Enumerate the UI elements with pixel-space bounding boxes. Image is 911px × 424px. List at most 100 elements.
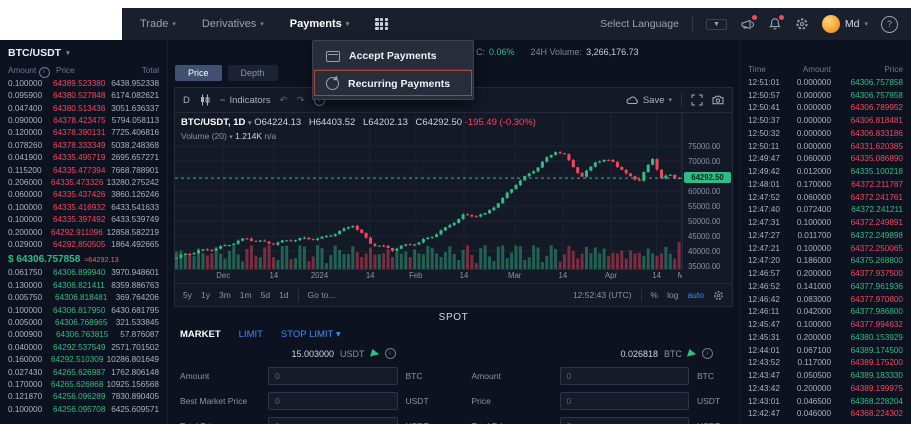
chart-settings-gear-icon[interactable]	[713, 290, 724, 301]
range-1y[interactable]: 1y	[201, 290, 210, 300]
orderbook-row[interactable]: 0.00090064306.76381557.876087	[8, 329, 159, 341]
profile-menu[interactable]: Md ▾	[822, 15, 868, 33]
pair-selector[interactable]: BTC/USDT ▾	[8, 43, 159, 65]
range-3m[interactable]: 3m	[219, 290, 231, 300]
tab-market[interactable]: MARKET	[180, 329, 221, 340]
info-icon[interactable]: i	[39, 67, 50, 78]
range-5d[interactable]: 5d	[261, 290, 270, 300]
orderbook-row[interactable]: 0.16000064292.51030910286.801649	[8, 354, 159, 366]
trade-row: 12:47:310.10000064372.249891	[748, 217, 903, 230]
right-total-price-input[interactable]	[560, 417, 690, 424]
help-icon[interactable]: ?	[881, 16, 898, 33]
price-scale[interactable]: 75000.0070000.0065000.0060000.0055000.00…	[682, 113, 733, 269]
orderbook-row[interactable]: 0.07826064378.3333495038.248368	[8, 140, 159, 152]
range-1d[interactable]: 1d	[279, 290, 288, 300]
indicators-button[interactable]: ~ Indicators	[220, 95, 271, 106]
approx-price: ≈64292.13	[84, 255, 118, 264]
range-1m[interactable]: 1m	[240, 290, 252, 300]
gear-icon[interactable]	[795, 17, 809, 31]
left-total-price-input[interactable]	[268, 417, 398, 424]
tab-depth[interactable]: Depth	[228, 65, 278, 81]
language-caret-button[interactable]: ▼	[706, 19, 727, 30]
apps-grid-icon[interactable]	[375, 18, 388, 31]
amount-cell: 0.060000	[794, 153, 831, 166]
left-best-market-price-input[interactable]	[268, 392, 398, 410]
nav-item-trade[interactable]: Trade▾	[140, 18, 176, 30]
bell-icon[interactable]	[768, 17, 782, 31]
orderbook-row[interactable]: 0.06000064335.4374263860.126246	[8, 189, 159, 201]
price-header: Price	[56, 65, 118, 77]
time-cell: 12:47:21	[748, 243, 794, 256]
tab-price[interactable]: Price	[175, 65, 222, 81]
camera-icon[interactable]	[712, 95, 724, 105]
orderbook-row[interactable]: 0.00500064306.768965321.533845	[8, 317, 159, 329]
orderbook-row[interactable]: 0.09000064378.4234755794.058113	[8, 115, 159, 127]
tab-stop-limit[interactable]: STOP LIMIT ▾	[281, 329, 341, 340]
menu-item-accept-payments[interactable]: Accept Payments	[313, 43, 473, 69]
tab-limit[interactable]: LIMIT	[239, 329, 263, 340]
orderbook-row[interactable]: 0.13000064306.8214118359.886763	[8, 280, 159, 292]
left-amount-input[interactable]	[268, 367, 398, 385]
info-icon[interactable]: i	[702, 348, 713, 359]
range-5y[interactable]: 5y	[183, 290, 192, 300]
language-label[interactable]: Select Language	[600, 18, 679, 30]
orderbook-row[interactable]: 0.10000064389.5233806438.952338	[8, 78, 159, 90]
orderbook-row[interactable]: 0.02900064292.8505051864.492665	[8, 239, 159, 251]
orderbook-row[interactable]: 0.10000064256.0957086425.609571	[8, 404, 159, 416]
orderbook-row[interactable]: 0.09590064380.5278486174.082621	[8, 90, 159, 102]
time-axis[interactable]: Dec14202414Feb14Mar14Apr14M	[175, 269, 682, 283]
log-scale-button[interactable]: log	[667, 290, 678, 300]
clock-utc[interactable]: 12:52:43 (UTC)	[573, 290, 632, 300]
orderbook-row[interactable]: 0.06175064306.8999403970.948601	[8, 267, 159, 279]
fullscreen-icon[interactable]	[691, 94, 703, 106]
orderbook-row[interactable]: 0.10000064335.4169326433.541633	[8, 202, 159, 214]
orderbook-row[interactable]: 0.12000064378.3901317725.406816	[8, 127, 159, 139]
notification-dot	[752, 15, 757, 20]
price-cell: 64306.763815	[56, 329, 118, 341]
right-amount-input[interactable]	[560, 367, 690, 385]
menu-item-recurring-payments[interactable]: Recurring Payments	[313, 69, 473, 97]
symbol-interval-selector[interactable]: BTC/USDT, 1D ▾	[181, 117, 252, 128]
price-cell: 64380.153929	[831, 332, 903, 345]
orderbook-row[interactable]: 0.11520064335.4773947668.788901	[8, 165, 159, 177]
orderbook-row[interactable]: 0.04000064292.5375492571.701502	[8, 342, 159, 354]
info-icon[interactable]: i	[385, 348, 396, 359]
save-layout-button[interactable]: Save▾	[626, 95, 672, 106]
orderbook-row[interactable]: 0.00575064306.818481369.764206	[8, 292, 159, 304]
nav-item-payments[interactable]: Payments▾	[290, 18, 350, 30]
trade-row: 12:46:420.08300064377.970800	[748, 294, 903, 307]
price-cell: 64335.477394	[53, 165, 111, 177]
orderbook-row[interactable]: 0.04190064335.4957192695.657271	[8, 152, 159, 164]
auto-scale-button[interactable]: auto	[687, 290, 704, 300]
megaphone-icon[interactable]	[740, 17, 755, 31]
redo-icon[interactable]: ↷	[297, 95, 305, 106]
orderbook-row[interactable]: 0.10000064335.3974926433.539749	[8, 214, 159, 226]
time-cell: 12:46:11	[748, 306, 794, 319]
percent-scale-button[interactable]: %	[651, 290, 659, 300]
trade-row: 12:47:210.10000064372.250065	[748, 243, 903, 256]
undo-icon[interactable]: ↶	[280, 95, 288, 106]
amount-cell: 0.078260	[8, 140, 53, 152]
nav-item-derivatives[interactable]: Derivatives▾	[202, 18, 264, 30]
orderbook-row[interactable]: 0.10000064306.8179506430.681795	[8, 305, 159, 317]
time-cell: 12:46:52	[748, 281, 794, 294]
field-unit: BTC	[697, 371, 727, 381]
price-chart-canvas[interactable]	[175, 113, 682, 269]
time-cell: 12:47:20	[748, 255, 794, 268]
right-price-input[interactable]	[560, 392, 690, 410]
interval-button[interactable]: D	[183, 95, 190, 106]
orderbook-row[interactable]: 0.12187064256.0962897830.890405	[8, 391, 159, 403]
amount-cell: 0.061750	[8, 267, 53, 279]
orderbook-row[interactable]: 0.02743064265.6269871762.806148	[8, 367, 159, 379]
candle-style-icon[interactable]	[199, 94, 211, 106]
orderbook-row[interactable]: 0.20600064335.47332613280.275242	[8, 177, 159, 189]
time-axis-label: Feb	[409, 271, 422, 280]
orderbook-row[interactable]: 0.17000064265.62686810925.156568	[8, 379, 159, 391]
goto-button[interactable]: Go to...	[308, 290, 336, 300]
orderbook-row[interactable]: 0.20000064292.91109612858.582219	[8, 227, 159, 239]
price-chart-plot[interactable]: BTC/USDT, 1D ▾ O64224.13 H64403.52 L6420…	[175, 113, 682, 269]
trade-row: 12:45:310.20000064380.153929	[748, 332, 903, 345]
amount-cell: 0.000000	[794, 77, 831, 90]
orderbook-row[interactable]: 0.04740064380.5134363051.636337	[8, 103, 159, 115]
last-price-row: $ 64306.757858 ≈64292.13	[8, 251, 159, 267]
